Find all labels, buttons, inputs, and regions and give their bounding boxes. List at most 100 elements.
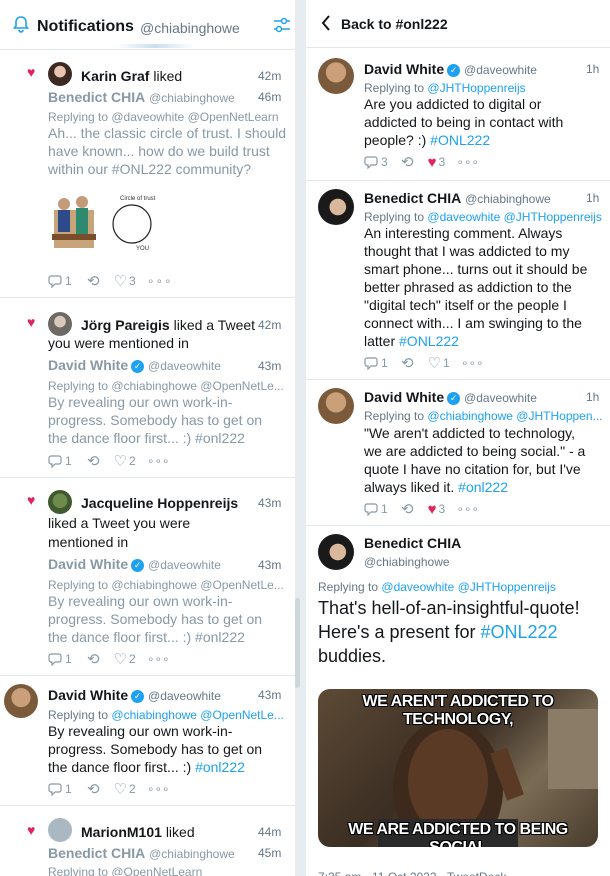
chevron-left-icon[interactable] (321, 15, 331, 36)
bell-icon[interactable] (12, 15, 30, 33)
avatar[interactable] (318, 534, 354, 570)
tweet-image[interactable]: Circle of trust YOU (48, 190, 163, 255)
tweet-author[interactable]: David White (364, 61, 444, 77)
tweet-handle[interactable]: @daveowhite (148, 558, 221, 572)
tweet-author[interactable]: Benedict CHIA (364, 190, 461, 206)
notification-item[interactable]: ♥ Jacqueline Hoppenreijs 43m liked a Twe… (0, 478, 295, 676)
tweet-text-line: Are you addicted to digital or (364, 96, 542, 112)
avatar[interactable] (318, 189, 354, 225)
tweet-handle[interactable]: @daveowhite (148, 689, 221, 703)
tweet-author[interactable]: David White (48, 357, 128, 373)
notification-item[interactable]: ♥ MarionM101 liked 44m Benedict CHIA @ch… (0, 806, 295, 876)
more-icon[interactable]: ∘∘∘ (456, 502, 479, 516)
column-title: Notifications (37, 18, 134, 35)
retweet-icon[interactable]: ⟲ (87, 650, 100, 668)
more-icon[interactable]: ∘∘∘ (456, 155, 479, 169)
reply-count: 1 (65, 652, 72, 666)
replying-to-links[interactable]: @daveowhite @JHTHoppenreijs (381, 580, 555, 594)
hashtag-link[interactable]: #onl222 (458, 479, 508, 495)
tweet-handle[interactable]: @daveowhite (464, 63, 537, 77)
hashtag-link[interactable]: #ONL222 (430, 132, 490, 148)
avatar[interactable] (48, 490, 72, 514)
action-continued: mentioned in (48, 534, 129, 550)
thread-tweet[interactable]: David White ✓ @daveowhite 1h Replying to … (306, 380, 610, 526)
tweet-text-line: we are addicted to being social." - a (364, 443, 586, 459)
tweet-author[interactable]: David White (48, 687, 128, 703)
like-icon[interactable]: ♡ (114, 650, 127, 668)
reply-icon[interactable] (48, 782, 62, 796)
scrollbar-thumb[interactable] (295, 598, 300, 688)
avatar[interactable] (48, 62, 72, 86)
replying-to-links[interactable]: @chiabinghowe @JHTHoppen... (427, 409, 602, 423)
avatar[interactable] (318, 388, 354, 424)
more-icon[interactable]: ∘∘∘ (147, 652, 170, 666)
meme-image[interactable]: WE AREN'T ADDICTED TO TECHNOLOGY, WE ARE… (318, 689, 598, 847)
tweet-handle[interactable]: @chiabinghowe (364, 555, 450, 569)
tweet-timestamp: 43m (258, 688, 282, 702)
tweet-handle[interactable]: @chiabinghowe (465, 192, 551, 206)
reply-icon[interactable] (48, 652, 62, 666)
like-count: 3 (129, 274, 136, 288)
retweet-icon[interactable]: ⟲ (87, 272, 100, 290)
avatar[interactable] (318, 58, 354, 94)
thread-tweet[interactable]: Benedict CHIA @chiabinghowe 1h Replying … (306, 181, 610, 380)
reply-icon[interactable] (48, 454, 62, 468)
replying-to-links[interactable]: @JHTHoppenreijs (427, 81, 525, 95)
tweet-text-line: progress. Somebody has to get on (48, 412, 263, 428)
header-underline (116, 44, 194, 48)
tweet-author[interactable]: David White (364, 389, 444, 405)
more-icon[interactable]: ∘∘∘ (147, 274, 173, 288)
tweet-author[interactable]: Benedict CHIA (48, 89, 145, 105)
like-icon[interactable]: ♡ (114, 272, 127, 290)
actor-name[interactable]: Jacqueline Hoppenreijs (81, 495, 238, 511)
actor-name[interactable]: MarionM101 (81, 824, 162, 840)
more-icon[interactable]: ∘∘∘ (461, 356, 484, 370)
filter-settings-icon[interactable] (272, 15, 292, 35)
liked-heart-icon[interactable]: ♥ (428, 154, 437, 171)
back-link[interactable]: Back to #onl222 (341, 16, 448, 32)
notification-item[interactable]: David White ✓ @daveowhite 43m Replying to… (0, 676, 295, 806)
like-count: 2 (129, 652, 136, 666)
retweet-icon[interactable]: ⟲ (87, 780, 100, 798)
verified-icon: ✓ (131, 558, 145, 572)
notification-item[interactable]: ♥ Jörg Pareigis liked a Tweet 42m you we… (0, 298, 295, 478)
actor-name[interactable]: Jörg Pareigis (81, 317, 170, 333)
tweet-author[interactable]: David White (48, 556, 128, 572)
retweet-icon[interactable]: ⟲ (401, 500, 414, 518)
tweet-handle[interactable]: @chiabinghowe (149, 91, 235, 105)
reply-icon[interactable] (48, 274, 62, 288)
retweet-icon[interactable]: ⟲ (87, 452, 100, 470)
retweet-icon[interactable]: ⟲ (401, 354, 414, 372)
thread-tweet[interactable]: David White ✓ @daveowhite 1h Replying to … (306, 48, 610, 181)
avatar[interactable] (48, 312, 72, 336)
hashtag-link[interactable]: #ONL222 (481, 622, 558, 642)
tweet-handle[interactable]: @daveowhite (148, 359, 221, 373)
like-icon[interactable]: ♡ (428, 354, 441, 372)
avatar[interactable] (4, 684, 38, 718)
reply-icon[interactable] (364, 356, 378, 370)
replying-to-links[interactable]: @chiabinghowe @OpenNetLe... (111, 708, 283, 722)
hashtag-link[interactable]: #onl222 (195, 759, 245, 775)
liked-heart-icon[interactable]: ♥ (428, 501, 437, 518)
thread-header[interactable]: Back to #onl222 (306, 0, 610, 48)
tweet-author[interactable]: Benedict CHIA (364, 535, 461, 551)
hashtag-link[interactable]: #ONL222 (399, 333, 459, 349)
avatar[interactable] (48, 818, 72, 842)
timestamp: 42m (258, 318, 282, 332)
actor-name[interactable]: Karin Graf (81, 68, 149, 84)
like-icon[interactable]: ♡ (114, 452, 127, 470)
more-icon[interactable]: ∘∘∘ (147, 782, 170, 796)
more-icon[interactable]: ∘∘∘ (147, 454, 170, 468)
tweet-handle[interactable]: @daveowhite (464, 391, 537, 405)
replying-to-links[interactable]: @daveowhite @JHTHoppenreijs (427, 210, 601, 224)
tweet-author[interactable]: Benedict CHIA (48, 845, 145, 861)
replying-to-label: Replying to (364, 81, 425, 95)
retweet-icon[interactable]: ⟲ (401, 153, 414, 171)
tweet-text-line: quote I have no citation for, but I've (364, 461, 581, 477)
reply-icon[interactable] (364, 155, 378, 169)
notifications-header: Notifications @chiabinghowe (0, 0, 295, 50)
notification-item[interactable]: ♥ Karin Graf liked 42m Benedict CHIA @ch… (0, 50, 295, 298)
tweet-handle[interactable]: @chiabinghowe (149, 847, 235, 861)
like-icon[interactable]: ♡ (114, 780, 127, 798)
reply-icon[interactable] (364, 502, 378, 516)
